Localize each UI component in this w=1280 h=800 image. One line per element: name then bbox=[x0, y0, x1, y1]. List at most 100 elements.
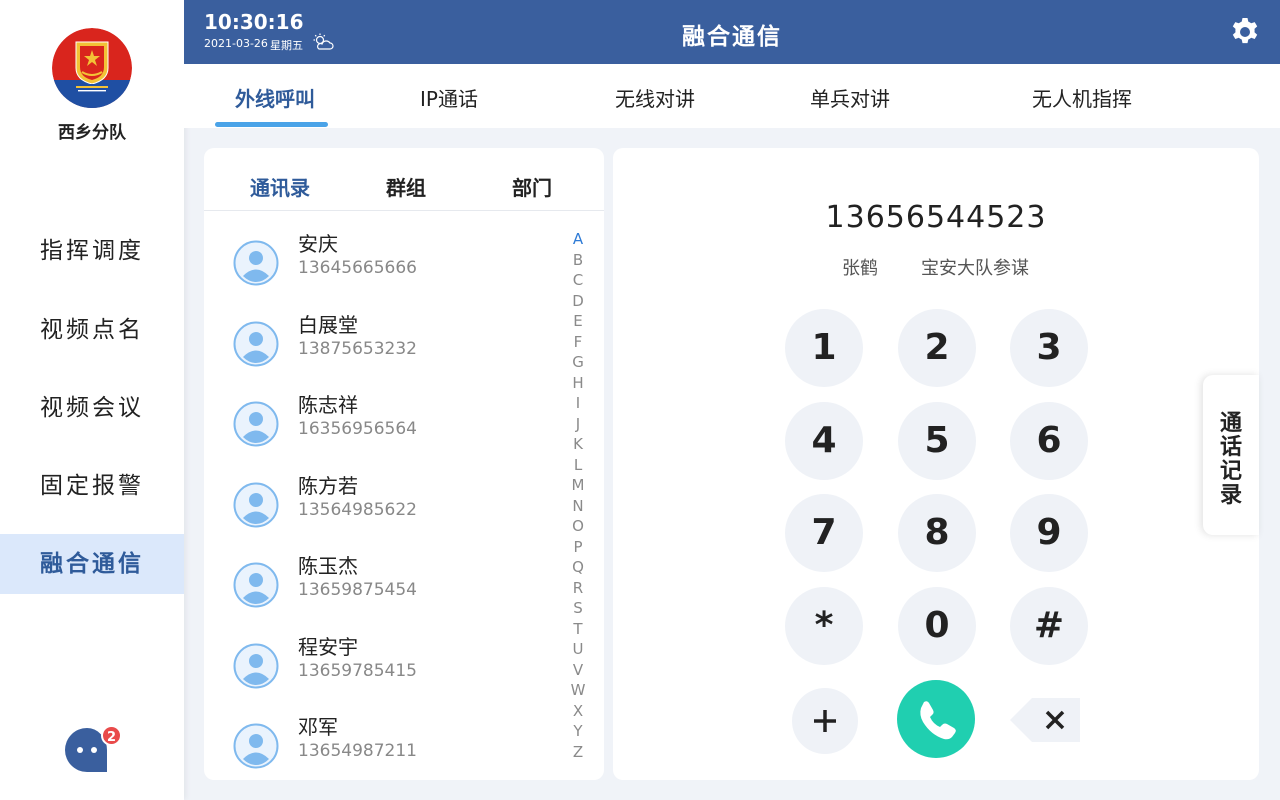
tab-drone-command[interactable]: 无人机指挥 bbox=[1032, 83, 1132, 112]
avatar-icon bbox=[233, 482, 279, 527]
top-header: 10:30:16 2021-03-26 星期五 融合通信 bbox=[184, 0, 1280, 64]
subtab-departments[interactable]: 部门 bbox=[512, 172, 552, 201]
key-8[interactable]: 8 bbox=[898, 494, 976, 572]
tab-wireless-intercom[interactable]: 无线对讲 bbox=[615, 83, 695, 112]
alphabet-letter-p[interactable]: P bbox=[570, 538, 586, 556]
contact-row[interactable]: 程安宇 13659785415 bbox=[204, 631, 564, 705]
contact-name: 安庆 bbox=[298, 232, 338, 256]
contact-name: 陈方若 bbox=[298, 473, 358, 498]
dialed-number: 13656544523 bbox=[825, 200, 1047, 235]
avatar-icon bbox=[233, 723, 279, 769]
alphabet-letter-x[interactable]: X bbox=[570, 702, 586, 720]
alphabet-letter-z[interactable]: Z bbox=[570, 743, 586, 761]
backspace-button[interactable] bbox=[1010, 697, 1082, 743]
alphabet-letter-b[interactable]: B bbox=[570, 251, 586, 269]
alphabet-letter-s[interactable]: S bbox=[570, 599, 586, 617]
alphabet-letter-f[interactable]: F bbox=[570, 333, 586, 351]
alphabet-letter-a[interactable]: A bbox=[570, 230, 586, 248]
alphabet-letter-w[interactable]: W bbox=[570, 681, 586, 699]
call-history-char: 录 bbox=[1219, 483, 1242, 508]
key-5[interactable]: 5 bbox=[898, 402, 976, 480]
alphabet-letter-l[interactable]: L bbox=[570, 456, 586, 474]
contact-row[interactable]: 安庆 13645665666 bbox=[204, 228, 564, 302]
subtab-groups[interactable]: 群组 bbox=[386, 172, 426, 201]
alphabet-letter-j[interactable]: J bbox=[570, 415, 586, 433]
alphabet-letter-g[interactable]: G bbox=[570, 353, 586, 371]
phone-icon bbox=[920, 701, 956, 740]
key-hash[interactable]: # bbox=[1010, 587, 1088, 665]
nav-item-video-rollcall[interactable]: 视频点名 bbox=[0, 300, 184, 360]
nav-item-fixed-alarm[interactable]: 固定报警 bbox=[0, 456, 184, 516]
subtab-divider bbox=[204, 210, 604, 211]
avatar-icon bbox=[233, 643, 279, 688]
alphabet-letter-v[interactable]: V bbox=[570, 661, 586, 679]
key-3[interactable]: 3 bbox=[1010, 309, 1088, 387]
alphabet-letter-i[interactable]: I bbox=[570, 394, 586, 412]
sidebar: 西乡分队 指挥调度 视频点名 视频会议 固定报警 融合通信 2 bbox=[0, 0, 184, 800]
contact-phone: 16356956564 bbox=[298, 419, 417, 439]
key-0[interactable]: 0 bbox=[898, 587, 976, 665]
contact-phone: 13875653232 bbox=[298, 338, 417, 359]
key-1[interactable]: 1 bbox=[785, 309, 863, 387]
alphabet-letter-k[interactable]: K bbox=[570, 435, 586, 453]
active-tab-indicator bbox=[215, 122, 328, 127]
unit-name: 西乡分队 bbox=[58, 123, 126, 143]
contact-row[interactable]: 陈志祥 16356956564 bbox=[204, 389, 564, 463]
contact-name: 白展堂 bbox=[298, 312, 358, 337]
avatar-icon bbox=[233, 562, 279, 608]
nav-item-video-conference[interactable]: 视频会议 bbox=[0, 378, 184, 438]
alphabet-letter-q[interactable]: Q bbox=[570, 558, 586, 576]
subtab-address-book[interactable]: 通讯录 bbox=[250, 172, 310, 201]
contact-name: 陈玉杰 bbox=[298, 554, 358, 578]
key-2[interactable]: 2 bbox=[898, 309, 976, 387]
fire-rescue-logo bbox=[52, 28, 132, 108]
add-contact-button[interactable] bbox=[792, 688, 858, 754]
contact-phone: 13654987211 bbox=[298, 741, 417, 761]
alphabet-letter-h[interactable]: H bbox=[570, 374, 586, 392]
dialer-panel: 13656544523 张鹤 宝安大队参谋 1 2 3 4 5 6 7 8 9 … bbox=[613, 148, 1259, 780]
alphabet-letter-d[interactable]: D bbox=[570, 292, 586, 310]
alphabet-letter-c[interactable]: C bbox=[570, 271, 586, 289]
contact-name: 邓军 bbox=[298, 715, 338, 739]
avatar-icon bbox=[233, 240, 279, 286]
contact-row[interactable]: 白展堂 13875653232 bbox=[204, 309, 564, 383]
alphabet-letter-m[interactable]: M bbox=[570, 476, 586, 494]
contact-row[interactable]: 陈方若 13564985622 bbox=[204, 470, 564, 544]
callee-name: 张鹤 bbox=[842, 258, 878, 279]
alphabet-letter-r[interactable]: R bbox=[570, 579, 586, 597]
key-star[interactable]: * bbox=[785, 587, 863, 665]
alphabet-letter-o[interactable]: O bbox=[570, 517, 586, 535]
call-history-tab[interactable]: 通 话 记 录 bbox=[1203, 375, 1259, 535]
function-tabs: 外线呼叫 IP通话 无线对讲 单兵对讲 无人机指挥 bbox=[184, 64, 1280, 128]
tab-individual-intercom[interactable]: 单兵对讲 bbox=[810, 83, 890, 112]
contact-phone: 13659875454 bbox=[298, 580, 417, 600]
alphabet-letter-u[interactable]: U bbox=[570, 640, 586, 658]
contact-phone: 13564985622 bbox=[298, 499, 417, 520]
alphabet-letter-e[interactable]: E bbox=[570, 312, 586, 330]
call-button[interactable] bbox=[897, 680, 975, 758]
contact-phone: 13659785415 bbox=[298, 660, 417, 681]
alphabet-letter-t[interactable]: T bbox=[570, 620, 586, 638]
page-title: 融合通信 bbox=[682, 24, 782, 50]
callee-title: 宝安大队参谋 bbox=[921, 258, 1029, 279]
contact-name: 程安宇 bbox=[298, 634, 358, 659]
tab-ip-call[interactable]: IP通话 bbox=[420, 83, 478, 112]
nav-item-unified-comm[interactable]: 融合通信 bbox=[0, 534, 184, 594]
alphabet-letter-n[interactable]: N bbox=[570, 497, 586, 515]
avatar-icon bbox=[233, 321, 279, 366]
key-4[interactable]: 4 bbox=[785, 402, 863, 480]
backspace-icon bbox=[1010, 698, 1080, 742]
key-9[interactable]: 9 bbox=[1010, 494, 1088, 572]
key-7[interactable]: 7 bbox=[785, 494, 863, 572]
contact-name: 陈志祥 bbox=[298, 393, 358, 417]
contact-row[interactable]: 邓军 13654987211 bbox=[204, 711, 564, 780]
nav-item-command-dispatch[interactable]: 指挥调度 bbox=[0, 221, 184, 281]
gear-icon[interactable] bbox=[1229, 16, 1261, 48]
alphabet-letter-y[interactable]: Y bbox=[570, 722, 586, 740]
tab-external-call[interactable]: 外线呼叫 bbox=[235, 83, 315, 112]
plus-icon bbox=[814, 710, 836, 732]
contact-row[interactable]: 陈玉杰 13659875454 bbox=[204, 550, 564, 624]
key-6[interactable]: 6 bbox=[1010, 402, 1088, 480]
contacts-panel: 通讯录 群组 部门 安庆 13645665666 白展堂 13875653232 陈志祥… bbox=[204, 148, 604, 780]
avatar-icon bbox=[233, 401, 279, 447]
